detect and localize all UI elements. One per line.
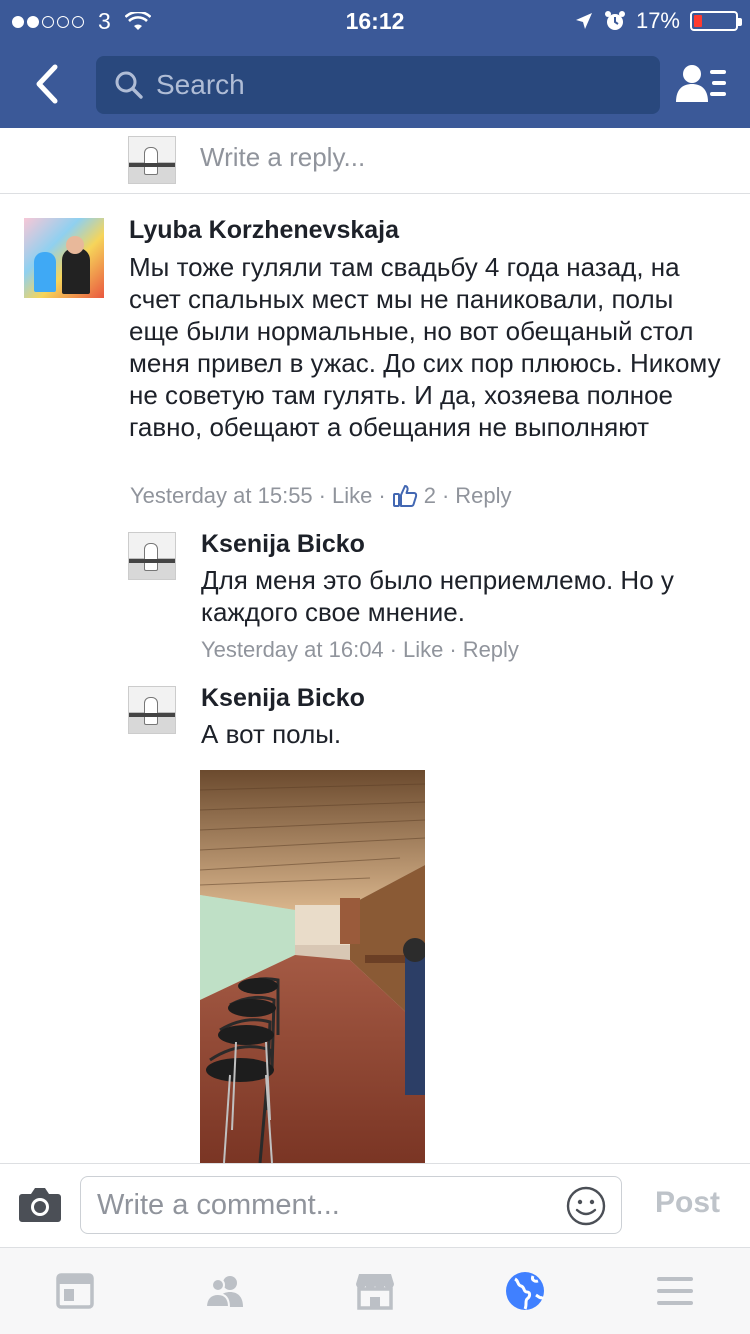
status-bar: 3 16:12 17% [0, 0, 750, 40]
comment-timestamp: Yesterday at 16:04 [201, 637, 384, 662]
comment-text: Мы тоже гуляли там свадьбу 4 года назад,… [129, 252, 721, 442]
search-icon [115, 71, 143, 99]
menu-icon [657, 1277, 693, 1305]
photo-hall-interior [200, 770, 425, 1163]
emoji-icon[interactable] [565, 1185, 607, 1227]
reply-link[interactable]: Reply [455, 483, 511, 509]
friends-icon [204, 1276, 243, 1308]
tab-marketplace[interactable] [300, 1248, 450, 1334]
reply-input[interactable]: Write a reply... [200, 142, 365, 173]
person-list-icon [676, 65, 726, 102]
comment-author[interactable]: Lyuba Korzhenevskaja [129, 216, 399, 245]
nav-bar: Search [0, 40, 750, 128]
tab-news-feed[interactable] [0, 1248, 150, 1334]
marketplace-icon [356, 1274, 394, 1310]
thumbs-up-icon [392, 485, 417, 507]
battery-percent: 17% [635, 8, 680, 33]
like-link[interactable]: Like [403, 637, 443, 663]
globe-icon [506, 1272, 545, 1310]
alarm-icon [604, 11, 625, 30]
comment-author[interactable]: Ksenija Bicko [201, 530, 365, 559]
tab-menu[interactable] [600, 1248, 750, 1334]
chevron-left-icon [36, 64, 58, 104]
camera-icon [19, 1188, 61, 1222]
comment-input[interactable]: Write a comment... [80, 1176, 622, 1234]
comment-author[interactable]: Ksenija Bicko [201, 684, 365, 713]
comment-timestamp: Yesterday at 15:55 [130, 483, 313, 508]
search-input[interactable]: Search [96, 56, 660, 114]
friend-requests-button[interactable] [676, 62, 728, 106]
comment-meta: Yesterday at 16:04 · Like · Reply [201, 637, 519, 663]
comment-meta: Yesterday at 15:55 · Like · 2 · Reply [130, 483, 512, 509]
comment-text: А вот полы. [201, 719, 342, 749]
comment-composer: Write a comment... Post [0, 1163, 750, 1247]
avatar[interactable] [24, 218, 104, 298]
top-header: 3 16:12 17% Search [0, 0, 750, 128]
like-link[interactable]: Like [332, 483, 372, 509]
avatar[interactable] [128, 532, 176, 580]
avatar [128, 136, 176, 184]
battery-icon [690, 11, 742, 31]
comment-placeholder: Write a comment... [97, 1188, 340, 1221]
tab-notifications[interactable] [450, 1248, 600, 1334]
location-arrow-icon [575, 13, 592, 29]
search-placeholder: Search [156, 69, 245, 100]
status-right: 17% [574, 8, 742, 34]
tab-friends[interactable] [150, 1248, 300, 1334]
post-button[interactable]: Post [655, 1186, 720, 1220]
like-count: 2 [423, 483, 436, 508]
avatar[interactable] [128, 686, 176, 734]
reply-row[interactable]: Write a reply... [0, 128, 750, 194]
camera-button[interactable] [18, 1184, 62, 1224]
reply-link[interactable]: Reply [463, 637, 519, 663]
tab-bar [0, 1247, 750, 1334]
news-feed-icon [56, 1273, 94, 1309]
comment-text: Для меня это было неприемлемо. Но у кажд… [201, 565, 674, 627]
back-button[interactable] [26, 60, 66, 108]
comment-photo[interactable] [200, 770, 425, 1163]
